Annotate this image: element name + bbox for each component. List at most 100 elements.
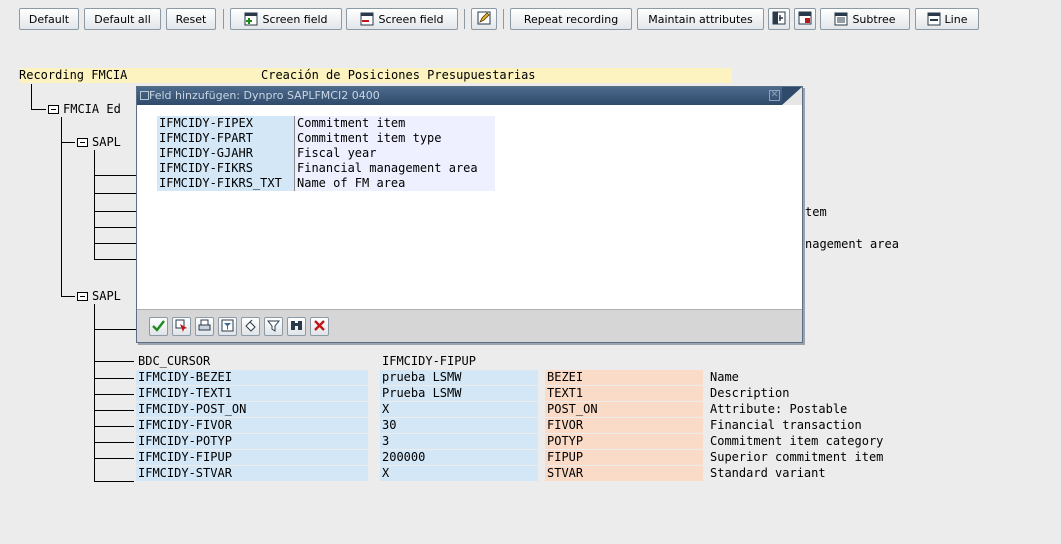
edit-button[interactable] (471, 8, 497, 30)
tree-line (94, 442, 134, 443)
folder-icon (77, 292, 88, 301)
recording-name: Recording FMCIA (19, 68, 128, 82)
repeat-recording-button[interactable]: Repeat recording (510, 8, 632, 30)
field-list: IFMCIDY-FIPEX Commitment item IFMCIDY-FP… (137, 105, 802, 309)
print-button[interactable] (195, 317, 214, 336)
default-all-button[interactable]: Default all (84, 8, 161, 30)
add-field-dialog: Feld hinzufügen: Dynpro SAPLFMCI2 0400 ✕… (136, 86, 803, 343)
dialog-field-name[interactable]: IFMCIDY-FIKRS_TXT (157, 176, 294, 191)
row-value[interactable]: prueba LSMW (380, 370, 538, 385)
subtree-button[interactable]: Subtree (820, 8, 910, 30)
row-field[interactable]: IFMCIDY-STVAR (136, 466, 368, 481)
print-icon (198, 319, 211, 335)
screen-field-remove-label: Screen field (378, 12, 444, 26)
folder-icon (77, 138, 88, 147)
select-icon (175, 319, 188, 335)
row-description: Superior commitment item (710, 450, 884, 464)
row-attribute[interactable]: BEZEI (545, 370, 703, 385)
row-value[interactable]: X (380, 466, 538, 481)
cancel-button[interactable] (310, 317, 329, 336)
close-icon[interactable]: ✕ (769, 90, 780, 101)
check-icon (152, 319, 165, 335)
row-field[interactable]: IFMCIDY-FIPUP (136, 450, 368, 465)
row-value[interactable]: 30 (380, 418, 538, 433)
default-button[interactable]: Default (19, 8, 79, 30)
dialog-field-desc[interactable]: Fiscal year (295, 146, 495, 161)
tree-node-fmcia[interactable]: FMCIA Ed (63, 102, 121, 117)
dialog-field-desc[interactable]: Commitment item type (295, 131, 495, 146)
funnel-button[interactable] (264, 317, 283, 336)
dialog-title: Feld hinzufügen: Dynpro SAPLFMCI2 0400 (149, 89, 380, 102)
line-button[interactable]: Line (915, 8, 979, 30)
row-description: Name (710, 370, 739, 384)
tree-line (94, 481, 134, 482)
row-value[interactable]: IFMCIDY-FIPUP (380, 354, 538, 369)
row-field[interactable]: BDC_CURSOR (136, 354, 368, 369)
dialog-field-name[interactable]: IFMCIDY-FPART (157, 131, 294, 146)
row-description: Description (710, 386, 790, 400)
dialog-field-desc[interactable]: Financial management area (295, 161, 495, 176)
row-description: Financial transaction (710, 418, 862, 432)
row-value[interactable]: 3 (380, 434, 538, 449)
toolbar-separator (223, 9, 224, 29)
row-value[interactable]: X (380, 402, 538, 417)
select-button[interactable] (172, 317, 191, 336)
tree-partial-text: nagement area (805, 237, 899, 251)
find-button[interactable] (287, 317, 306, 336)
maintain-attributes-button[interactable]: Maintain attributes (637, 8, 764, 30)
column-divider (294, 116, 295, 191)
row-description: Standard variant (710, 466, 826, 480)
tree-line (94, 329, 136, 330)
application-toolbar: Default Default all Reset Screen field S… (0, 0, 1061, 40)
line-label: Line (944, 12, 968, 26)
row-field[interactable]: IFMCIDY-POTYP (136, 434, 368, 449)
row-attribute[interactable]: TEXT1 (545, 386, 703, 401)
dialog-field-name[interactable]: IFMCIDY-GJAHR (157, 146, 294, 161)
refresh-button[interactable] (241, 317, 260, 336)
row-field[interactable]: IFMCIDY-BEZEI (136, 370, 368, 385)
tree-node-sapl-1[interactable]: SAPL (92, 135, 121, 150)
tree-line (94, 259, 136, 260)
expand-icon (772, 11, 786, 28)
dialog-field-desc[interactable]: Name of FM area (295, 176, 495, 191)
dialog-field-name[interactable]: IFMCIDY-FIKRS (157, 161, 294, 176)
reset-button[interactable]: Reset (166, 8, 216, 30)
title-bar-corner (782, 87, 802, 105)
tree-line (94, 227, 136, 228)
tree-line (94, 211, 136, 212)
filter-icon (221, 319, 234, 335)
collapse-button[interactable] (794, 8, 816, 30)
screen-field-remove-button[interactable]: Screen field (346, 8, 458, 30)
row-attribute[interactable]: FIVOR (545, 418, 703, 433)
row-description: Attribute: Postable (710, 402, 848, 416)
tree-line (94, 394, 134, 395)
find-icon (290, 319, 303, 335)
tree-node-sapl-2[interactable]: SAPL (92, 289, 121, 304)
row-attribute[interactable]: POTYP (545, 434, 703, 449)
tree-partial-text: tem (805, 205, 827, 219)
repeat-recording-label: Repeat recording (523, 12, 619, 26)
screen-field-add-label: Screen field (262, 12, 328, 26)
row-attribute[interactable]: POST_ON (545, 402, 703, 417)
confirm-button[interactable] (149, 317, 168, 336)
row-value[interactable]: Prueba LSMW (380, 386, 538, 401)
row-description: Commitment item category (710, 434, 884, 448)
collapse-icon (798, 11, 812, 28)
row-field[interactable]: IFMCIDY-TEXT1 (136, 386, 368, 401)
tree-line (94, 193, 136, 194)
dialog-field-desc[interactable]: Commitment item (295, 116, 495, 131)
expand-button[interactable] (768, 8, 790, 30)
dialog-field-name[interactable]: IFMCIDY-FIPEX (157, 116, 294, 131)
row-attribute[interactable]: FIPUP (545, 450, 703, 465)
tree-line (31, 84, 32, 110)
filter-button[interactable] (218, 317, 237, 336)
row-field[interactable]: IFMCIDY-POST_ON (136, 402, 368, 417)
maintain-attributes-label: Maintain attributes (648, 12, 753, 26)
cancel-icon (313, 319, 326, 335)
dialog-title-bar[interactable]: Feld hinzufügen: Dynpro SAPLFMCI2 0400 ✕ (137, 87, 797, 105)
row-attribute[interactable]: STVAR (545, 466, 703, 481)
row-value[interactable]: 200000 (380, 450, 538, 465)
reset-label: Reset (175, 12, 207, 26)
row-field[interactable]: IFMCIDY-FIVOR (136, 418, 368, 433)
screen-field-add-button[interactable]: Screen field (230, 8, 342, 30)
